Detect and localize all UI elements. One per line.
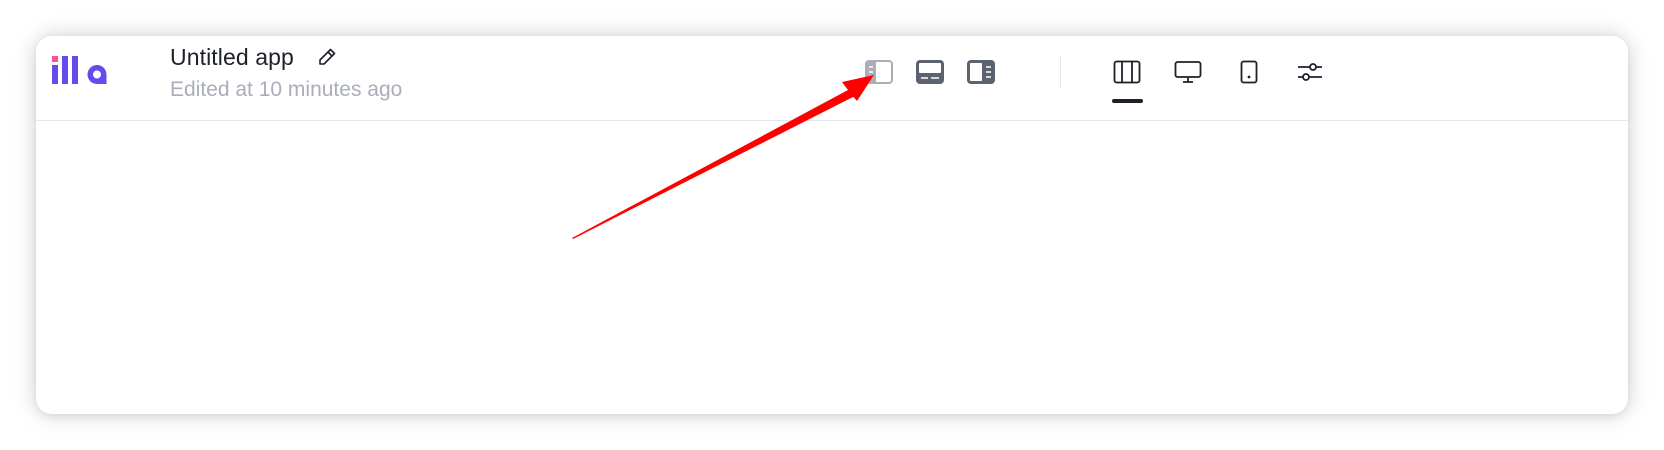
logo-a xyxy=(87,65,107,84)
canvas-layout-icon xyxy=(1113,60,1141,84)
right-panel-icon xyxy=(967,60,995,84)
logo-l2 xyxy=(72,56,78,84)
desktop-icon xyxy=(1174,61,1202,83)
desktop-view-button[interactable] xyxy=(1170,56,1206,88)
screen: Untitled app Edited at 10 minutes ago xyxy=(0,0,1664,450)
left-panel-icon xyxy=(865,60,893,84)
illa-logo-mark xyxy=(52,56,107,84)
canvas-area[interactable] xyxy=(36,121,1628,414)
left-panel-toggle[interactable] xyxy=(861,56,897,88)
last-edited-text: Edited at 10 minutes ago xyxy=(170,78,403,101)
logo-i-stem xyxy=(52,65,58,84)
logo-dot xyxy=(52,56,58,62)
editor-header: Untitled app Edited at 10 minutes ago xyxy=(36,36,1628,121)
settings-sliders-icon xyxy=(1298,63,1322,81)
tablet-view-button[interactable] xyxy=(1231,56,1267,88)
right-panel-toggle[interactable] xyxy=(963,56,999,88)
app-title-row: Untitled app xyxy=(170,40,402,74)
settings-button[interactable] xyxy=(1292,56,1328,88)
app-title-block: Untitled app Edited at 10 minutes ago xyxy=(170,40,402,102)
canvas-layout-button[interactable] xyxy=(1109,56,1145,88)
pencil-edit-icon[interactable] xyxy=(316,46,338,68)
bottom-panel-icon xyxy=(916,60,944,84)
active-view-indicator xyxy=(1112,99,1143,103)
app-editor-window: Untitled app Edited at 10 minutes ago xyxy=(36,36,1628,414)
tablet-icon xyxy=(1240,60,1258,84)
illa-logo[interactable] xyxy=(52,54,124,94)
app-title[interactable]: Untitled app xyxy=(170,44,294,71)
toolbar-divider xyxy=(1060,56,1061,88)
logo-l1 xyxy=(62,56,68,84)
bottom-panel-toggle[interactable] xyxy=(912,56,948,88)
